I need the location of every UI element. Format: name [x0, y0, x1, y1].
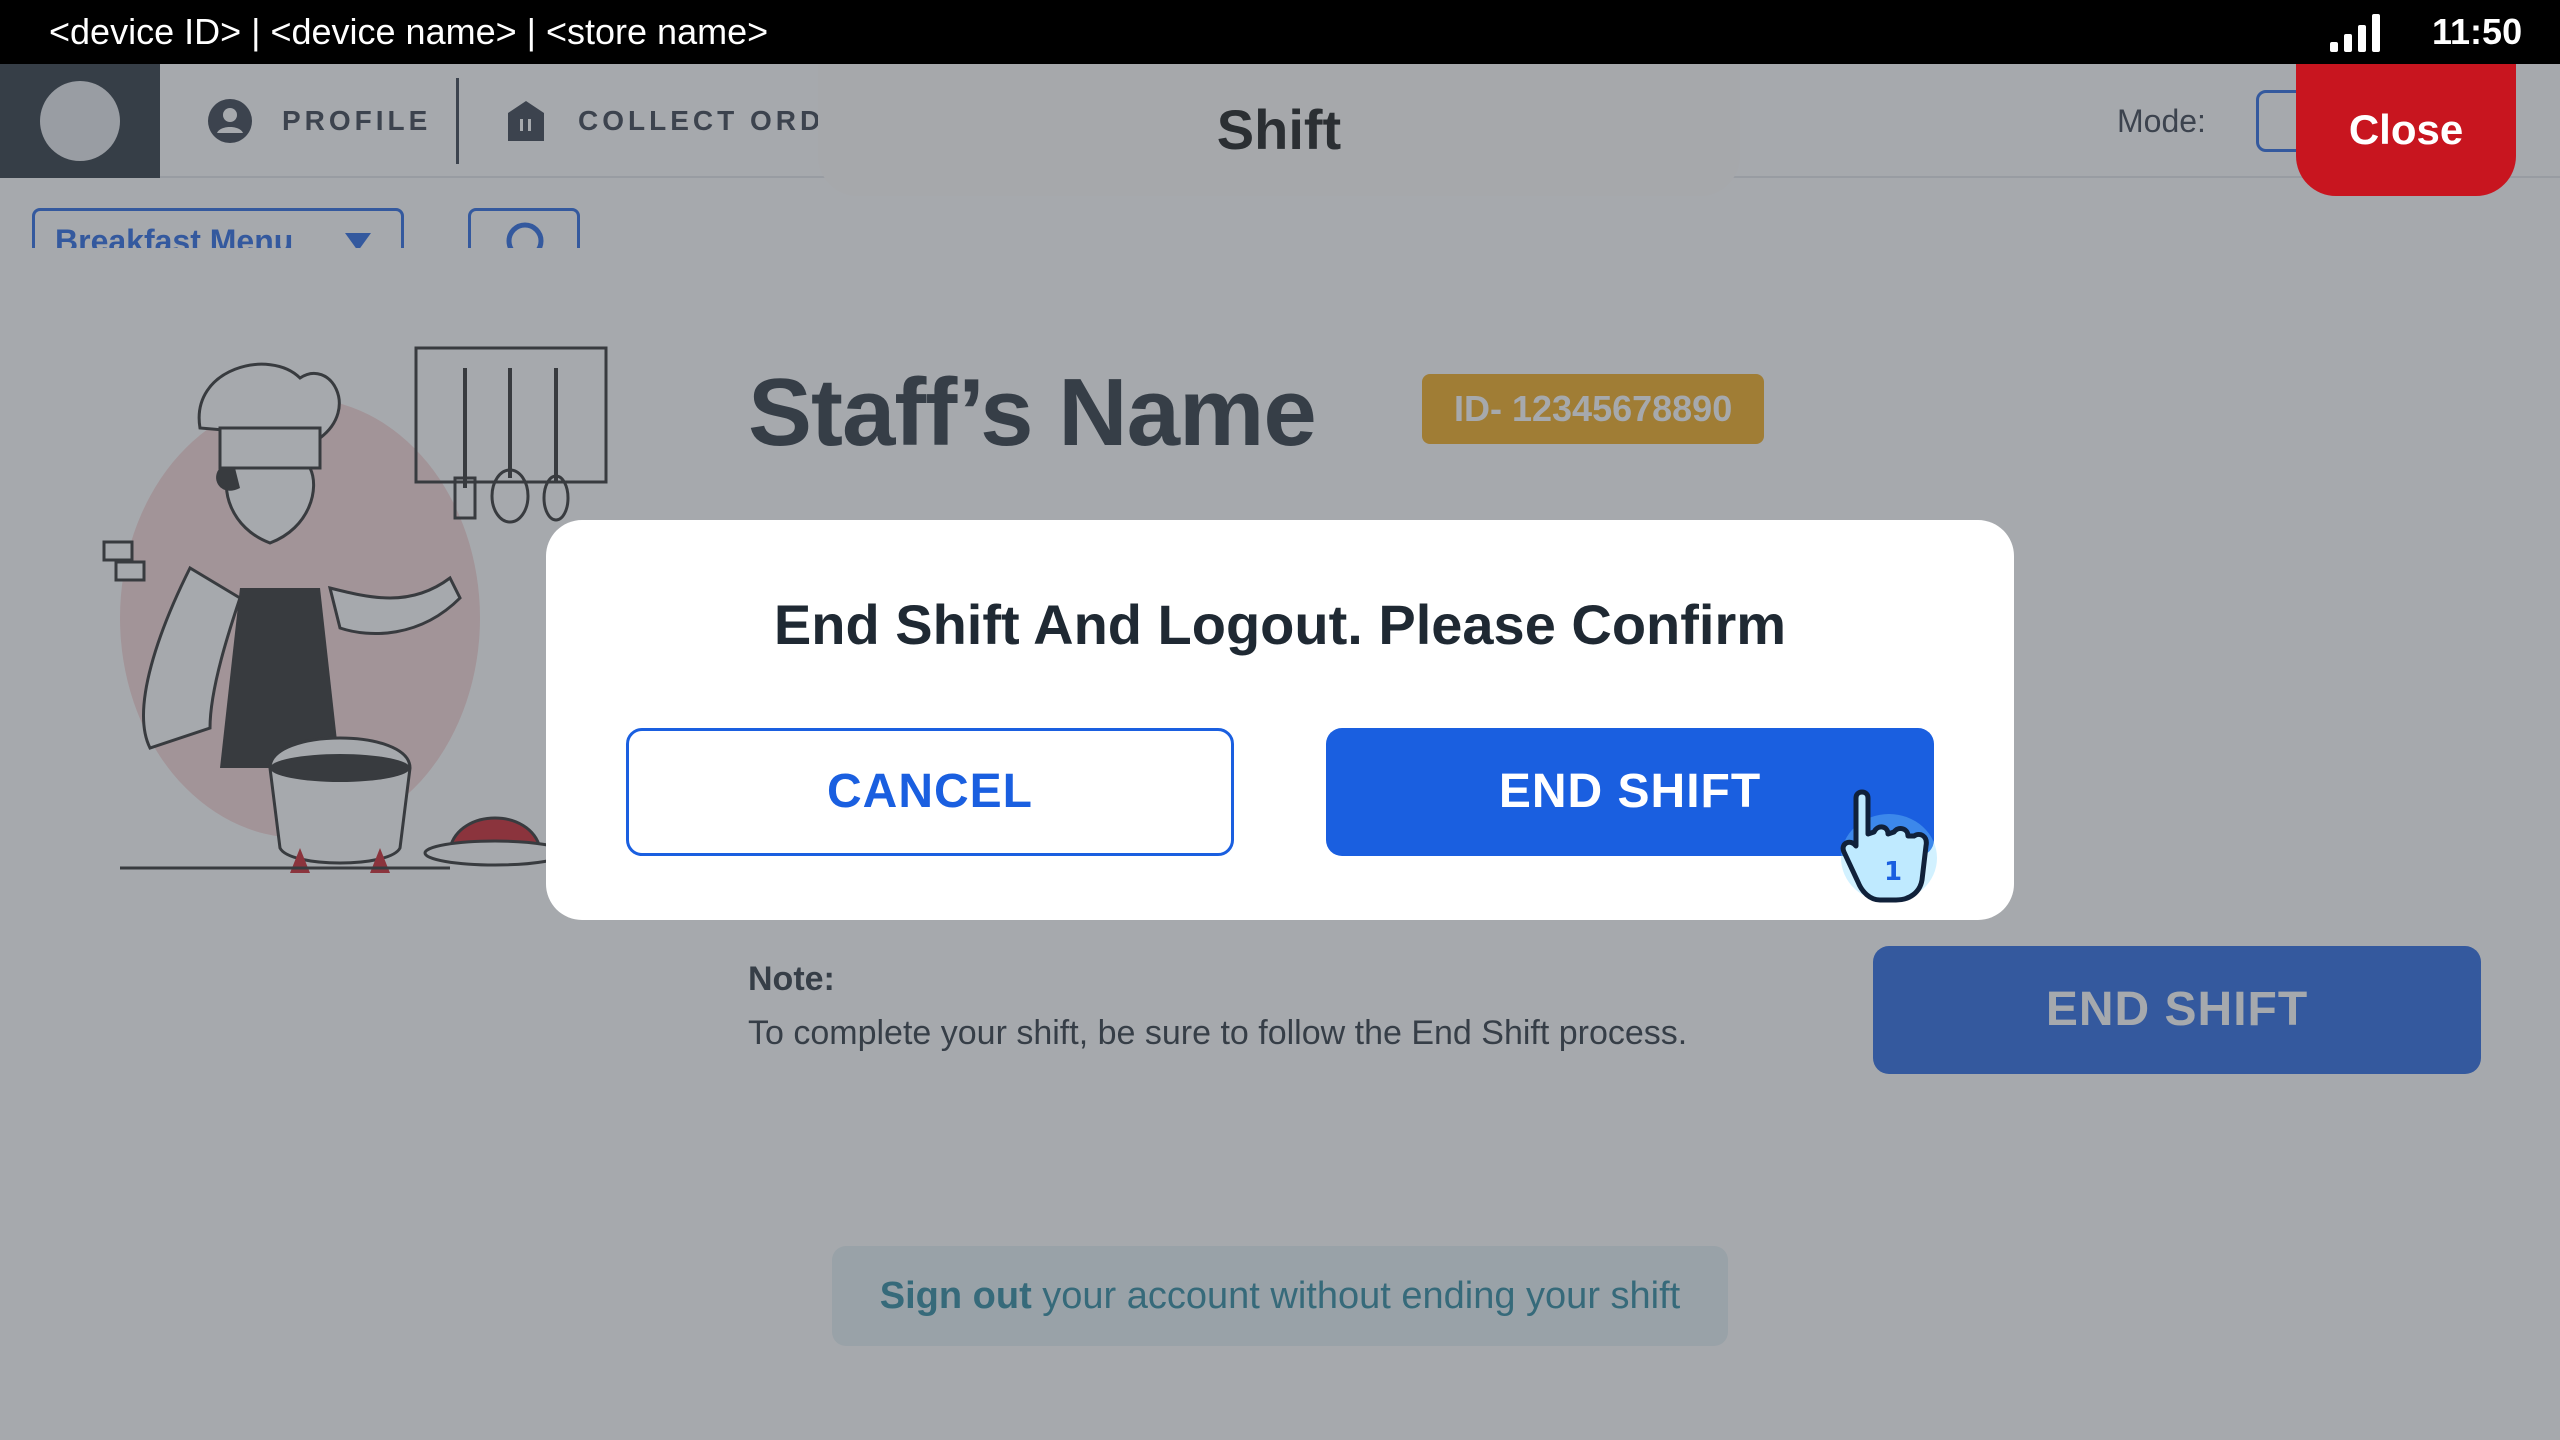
clock-time: 11:50	[2432, 11, 2523, 52]
shift-sheet-title: Shift	[818, 64, 1740, 196]
device-info-text: <device ID> | <device name> | <store nam…	[49, 11, 769, 52]
svg-text:1: 1	[1884, 857, 1902, 887]
confirm-dialog: End Shift And Logout. Please Confirm CAN…	[546, 520, 2014, 920]
close-button[interactable]: Close	[2296, 64, 2516, 196]
pointer-hand-icon: 1	[1840, 789, 1937, 903]
cancel-button[interactable]: CANCEL	[626, 728, 1234, 856]
system-status-bar: <device ID> | <device name> | <store nam…	[0, 0, 2560, 64]
dialog-title: End Shift And Logout. Please Confirm	[773, 593, 1787, 656]
signal-bars-icon	[2330, 14, 2380, 52]
